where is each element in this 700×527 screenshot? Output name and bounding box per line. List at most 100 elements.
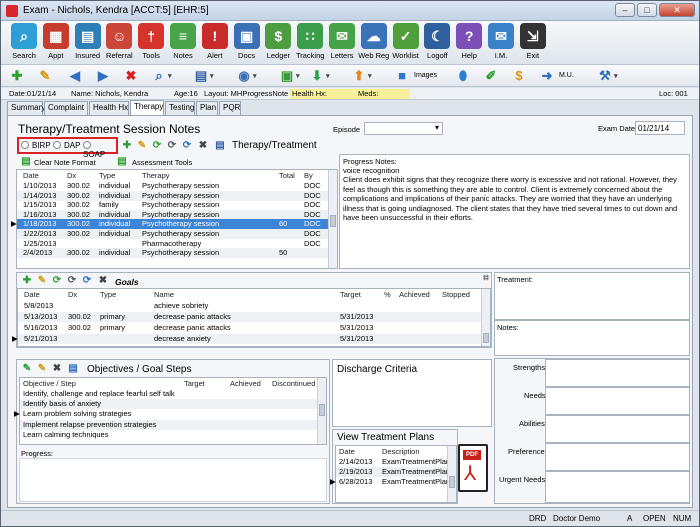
download-icon[interactable]: ⬇ xyxy=(309,68,330,85)
tab-therapy[interactable]: Therapy xyxy=(130,100,164,115)
objective-row[interactable]: Implement relapse prevention strategies xyxy=(20,419,318,430)
goal-row[interactable]: 5/13/2013 300.02 primary decrease panic att… xyxy=(18,312,482,322)
delete-session-icon[interactable]: ✖ xyxy=(197,140,209,152)
objective-row[interactable]: Identify basis of anxiety xyxy=(20,399,318,410)
edit-session-icon[interactable]: ✎ xyxy=(136,140,148,152)
format-soap-radio[interactable]: SOAP xyxy=(83,141,116,159)
urgent-needs-box[interactable] xyxy=(545,471,690,503)
print-session-icon[interactable]: ▤ xyxy=(214,140,226,152)
minimize-button[interactable]: – xyxy=(615,3,635,17)
discharge-criteria-box[interactable]: Discharge Criteria xyxy=(332,359,492,427)
wrench-icon[interactable]: ⚒ xyxy=(597,68,617,85)
edit-objective-icon[interactable]: ✎ xyxy=(36,363,48,375)
tab-complaint[interactable]: Complaint xyxy=(44,101,88,115)
mu-label[interactable]: M.U. xyxy=(559,72,574,79)
format-dap-radio[interactable]: DAP xyxy=(53,141,80,150)
ribbon-tracking-button[interactable]: ∷ Tracking xyxy=(293,23,327,65)
add-icon[interactable]: ✚ xyxy=(9,68,25,84)
session-row[interactable]: 1/15/2013 300.02 family Psychotherapy sessi… xyxy=(17,200,329,210)
sync-goal-icon[interactable]: ⟳ xyxy=(81,275,93,287)
goals-scrollbar[interactable] xyxy=(481,289,490,346)
maximize-button[interactable]: □ xyxy=(637,3,657,17)
forward-arrow-icon[interactable]: ▶ xyxy=(95,68,111,84)
objectives-progress-box[interactable] xyxy=(19,458,327,502)
session-row[interactable]: 1/22/2013 300.02 individual Psychotherapy s… xyxy=(17,229,329,239)
mu-arrow-icon[interactable]: ➜ xyxy=(539,68,555,84)
treatment-plan-row[interactable]: 2/14/2013 ExamTreatmentPlan xyxy=(336,457,450,467)
objective-row[interactable]: Learn calming techniques xyxy=(20,430,318,440)
find-icon[interactable]: ⌕ xyxy=(151,68,171,85)
ribbon-i-m--button[interactable]: ✉ I.M. xyxy=(484,23,518,65)
ribbon-alert-button[interactable]: ! Alert xyxy=(198,23,232,65)
delete-objective-icon[interactable]: ✖ xyxy=(51,363,63,375)
list-objective-icon[interactable]: ▤ xyxy=(67,363,79,375)
session-row[interactable]: 1/18/2013 300.02 individual Psychotherapy s… xyxy=(11,219,329,230)
sync-session-icon[interactable]: ⟳ xyxy=(181,140,193,152)
copy-goal-icon[interactable]: ⟳ xyxy=(66,275,78,287)
needs-box[interactable] xyxy=(545,387,690,415)
payment-icon[interactable]: $ xyxy=(511,68,527,84)
ribbon-ledger-button[interactable]: $ Ledger xyxy=(261,23,295,65)
tab-testing[interactable]: Testing xyxy=(165,101,195,115)
ribbon-insured-button[interactable]: ▤ Insured xyxy=(71,23,105,65)
assessment-tools-icon[interactable]: ▤ xyxy=(116,156,128,168)
copy-session-icon[interactable]: ⟳ xyxy=(166,140,178,152)
objectives-scrollbar[interactable] xyxy=(317,378,326,444)
tab-pqr[interactable]: PQR xyxy=(219,101,241,115)
ribbon-notes-button[interactable]: ≡ Notes xyxy=(166,23,200,65)
images-label[interactable]: Images xyxy=(414,72,437,79)
ribbon-worklist-button[interactable]: ✓ Worklist xyxy=(389,23,423,65)
pdf-icon[interactable]: PDF ⅄ xyxy=(458,444,488,492)
view-icon[interactable]: ◉ xyxy=(236,68,256,85)
ribbon-help-button[interactable]: ? Help xyxy=(452,23,486,65)
format-birp-radio[interactable]: BIRP xyxy=(21,141,51,150)
session-row[interactable]: 1/14/2013 300.02 individual Psychotherapy s… xyxy=(17,190,329,201)
ribbon-web-reg-button[interactable]: ☁ Web Reg xyxy=(357,23,391,65)
ribbon-letters-button[interactable]: ✉ Letters xyxy=(325,23,359,65)
preference-box[interactable] xyxy=(545,443,690,471)
upload-icon[interactable]: ⬆ xyxy=(351,68,372,85)
print-icon[interactable]: ▤ xyxy=(193,68,214,85)
ribbon-search-button[interactable]: ⌕ Search xyxy=(7,23,41,65)
objective-row[interactable]: Learn problem solving strategies ▶ xyxy=(14,409,318,419)
filter-icon[interactable]: ⌗ xyxy=(480,273,492,285)
session-row[interactable]: 1/10/2013 300.02 individual Psychotherapy s… xyxy=(17,181,329,191)
delete-goal-icon[interactable]: ✖ xyxy=(97,275,109,287)
ribbon-logoff-button[interactable]: ☾ Logoff xyxy=(420,23,454,65)
tab-summary[interactable]: Summary xyxy=(7,101,45,115)
ribbon-exit-button[interactable]: ⇲ Exit xyxy=(516,23,550,65)
add-goal-icon[interactable]: ✚ xyxy=(21,275,33,287)
treatment-plan-row[interactable]: 2/19/2013 ExamTreatmentPlan xyxy=(336,467,450,477)
new-document-icon[interactable]: ▣ xyxy=(279,68,300,85)
goal-row[interactable]: 5/8/2013 achieve sobriety xyxy=(18,301,482,311)
refresh-goal-icon[interactable]: ⟳ xyxy=(51,275,63,287)
exam-date-field[interactable]: 01/21/14 xyxy=(635,121,685,135)
ribbon-tools-button[interactable]: † Tools xyxy=(134,23,168,65)
clear-note-format-button[interactable]: Clear Note Format xyxy=(34,158,96,167)
session-scrollbar[interactable] xyxy=(328,170,337,268)
session-row[interactable]: 2/4/2013 300.02 individual Psychotherapy se… xyxy=(17,248,329,259)
tab-health-hx[interactable]: Health Hx xyxy=(89,101,129,115)
goal-row[interactable]: 5/16/2013 300.02 primary decrease panic att… xyxy=(18,323,482,333)
add-objective-icon[interactable]: ✎ xyxy=(21,363,33,375)
strengths-box[interactable] xyxy=(545,359,690,387)
pen-icon[interactable]: ✐ xyxy=(483,68,499,84)
ribbon-referral-button[interactable]: ☺ Referral xyxy=(102,23,136,65)
session-row[interactable]: 1/25/2013 Pharmacotherapy DOC xyxy=(17,239,329,249)
back-arrow-icon[interactable]: ◀ xyxy=(67,68,83,84)
abilities-box[interactable] xyxy=(545,415,690,443)
tab-plan[interactable]: Plan xyxy=(196,101,218,115)
edit-goal-icon[interactable]: ✎ xyxy=(36,275,48,287)
goal-row[interactable]: 5/21/2013 decrease anxiety 5/31/2013 ▶ xyxy=(12,334,482,344)
session-row[interactable]: 1/16/2013 300.02 individual Psychotherapy s… xyxy=(17,209,329,220)
treatment-box[interactable]: Treatment: xyxy=(494,272,690,320)
plans-scrollbar[interactable] xyxy=(447,446,456,502)
pill-icon[interactable]: ⬮ xyxy=(455,68,471,84)
refresh-session-icon[interactable]: ⟳ xyxy=(151,140,163,152)
clear-note-icon[interactable]: ▤ xyxy=(20,156,32,168)
episode-select[interactable] xyxy=(364,122,443,135)
close-button[interactable]: ✕ xyxy=(659,3,695,17)
images-icon[interactable]: ■ xyxy=(394,68,410,84)
ribbon-appt-button[interactable]: ▦ Appt xyxy=(39,23,73,65)
delete-icon[interactable]: ✖ xyxy=(123,68,139,84)
